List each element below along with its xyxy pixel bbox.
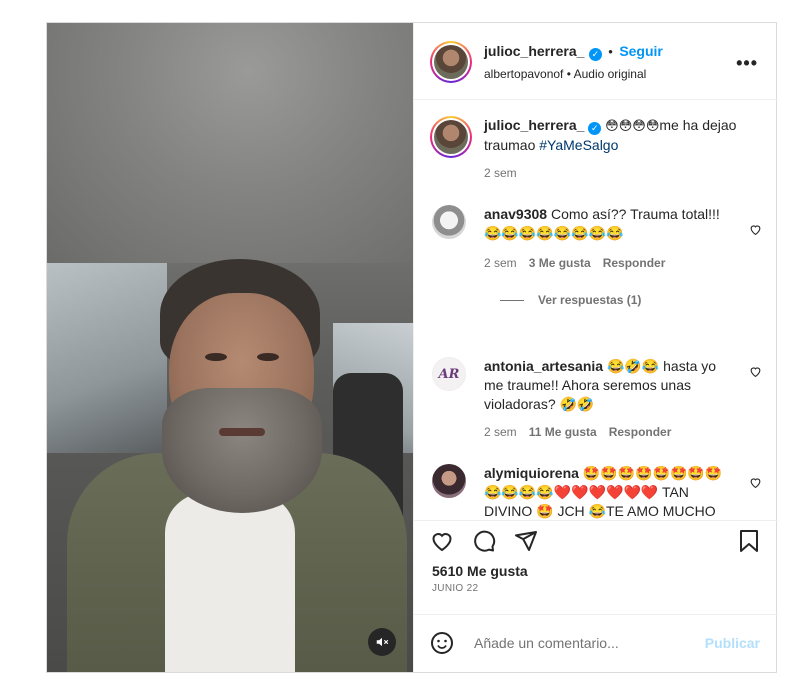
caption-avatar[interactable]: [430, 116, 472, 158]
view-replies-button[interactable]: Ver respuestas (1): [500, 293, 641, 307]
instagram-post: julioc_herrera_ ✓ • Seguir albertopavono…: [46, 22, 778, 673]
more-options-icon[interactable]: •••: [736, 53, 758, 74]
comment-likes[interactable]: 3 Me gusta: [529, 256, 591, 270]
caption-username[interactable]: julioc_herrera_: [484, 117, 584, 133]
like-comment-icon[interactable]: [749, 476, 762, 489]
comment-avatar[interactable]: AR: [432, 357, 466, 391]
verified-badge-icon: ✓: [588, 48, 602, 61]
save-bookmark-icon[interactable]: [738, 529, 760, 553]
comment-bubble-icon[interactable]: [472, 529, 496, 553]
like-heart-icon[interactable]: [430, 529, 454, 553]
header-separator: •: [608, 44, 613, 59]
share-send-icon[interactable]: [514, 529, 538, 553]
avatar-monogram-logo: AR: [438, 366, 460, 382]
comment-avatar[interactable]: [432, 205, 466, 239]
comment-username[interactable]: alymiquiorena: [484, 465, 579, 481]
post-video[interactable]: [47, 23, 413, 672]
like-comment-icon[interactable]: [749, 365, 762, 378]
caption-time: 2 sem: [484, 166, 517, 180]
mute-button[interactable]: [368, 628, 396, 656]
comments-list: julioc_herrera_ ✓ 😳😳😳😳me ha dejao trauma…: [414, 100, 778, 520]
comment-item: alymiquiorena 🤩🤩🤩🤩🤩🤩🤩🤩😂😂😂😂❤️❤️❤️❤️❤️❤️ T…: [414, 464, 778, 520]
comment-input[interactable]: Añade un comentario...: [474, 635, 619, 651]
verified-badge-icon: ✓: [588, 122, 602, 135]
comment-username[interactable]: anav9308: [484, 206, 547, 222]
comment-time: 2 sem: [484, 256, 517, 270]
like-comment-icon[interactable]: [749, 223, 762, 236]
comment-time: 2 sem: [484, 425, 517, 439]
comment-avatar[interactable]: [432, 464, 466, 498]
likes-count[interactable]: 5610 Me gusta: [432, 563, 528, 579]
reply-button[interactable]: Responder: [609, 425, 672, 439]
caption-emojis: 😳😳😳😳: [605, 119, 660, 134]
comment-username[interactable]: antonia_artesania: [484, 358, 603, 374]
post-side-panel: julioc_herrera_ ✓ • Seguir albertopavono…: [413, 23, 778, 672]
add-comment-bar: Añade un comentario... Publicar: [414, 614, 778, 672]
post-actions: 5610 Me gusta JUNIO 22: [414, 520, 778, 614]
emoji-smiley-icon[interactable]: [430, 631, 454, 655]
author-username[interactable]: julioc_herrera_: [484, 43, 584, 59]
follow-button[interactable]: Seguir: [619, 43, 663, 59]
post-header: julioc_herrera_ ✓ • Seguir albertopavono…: [414, 23, 778, 100]
reply-button[interactable]: Responder: [603, 256, 666, 270]
caption-hashtag[interactable]: #YaMeSalgo: [539, 137, 618, 153]
comment-likes[interactable]: 11 Me gusta: [529, 425, 597, 439]
publish-button[interactable]: Publicar: [705, 635, 760, 651]
post-date: JUNIO 22: [432, 583, 479, 594]
audio-muted-icon: [376, 637, 389, 647]
author-avatar[interactable]: [430, 41, 472, 83]
audio-subline[interactable]: albertopavonof • Audio original: [484, 67, 646, 81]
